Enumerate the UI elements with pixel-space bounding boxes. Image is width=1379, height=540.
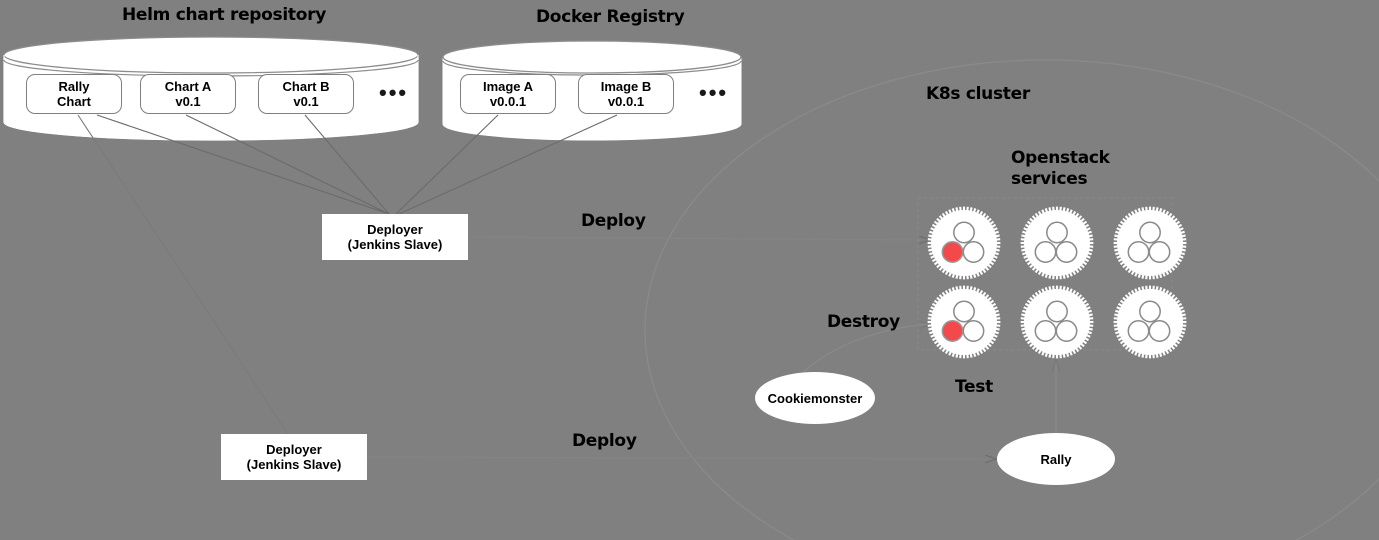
edge-label-destroy: Destroy [827, 312, 900, 332]
openstack-service-gear-icon[interactable] [1020, 285, 1094, 359]
docker-registry-more-ellipsis: ••• [699, 80, 729, 105]
deployer-title: Deployer [266, 442, 322, 457]
helm-chart-item-chart-a[interactable]: Chart A v0.1 [140, 74, 236, 114]
rally-chart-to-bottom-deployer-connector [77, 114, 289, 435]
helm-chart-item-chart-b[interactable]: Chart B v0.1 [258, 74, 354, 114]
helm-chart-more-ellipsis: ••• [379, 80, 409, 105]
chart-name: Rally [58, 79, 90, 94]
openstack-service-gear-icon[interactable] [1020, 206, 1094, 280]
deployer-subtitle: (Jenkins Slave) [347, 237, 443, 252]
image-version: v0.0.1 [489, 94, 527, 109]
deployer-node-bottom[interactable]: Deployer (Jenkins Slave) [221, 434, 367, 480]
chart-name: Chart B [282, 79, 330, 94]
openstack-service-gear-icon[interactable] [927, 285, 1001, 359]
docker-image-item-image-b[interactable]: Image B v0.0.1 [578, 74, 674, 114]
actor-label: Cookiemonster [767, 390, 863, 406]
deployer-subtitle: (Jenkins Slave) [246, 457, 342, 472]
edge-label-test: Test [955, 377, 993, 397]
openstack-service-gear-icon[interactable] [1113, 206, 1187, 280]
actor-label: Rally [1040, 451, 1072, 467]
helm-chart-repository-title: Helm chart repository [122, 5, 326, 25]
openstack-service-gear-icon[interactable] [927, 206, 1001, 280]
chart-name: Chart A [164, 79, 212, 94]
deployer-title: Deployer [367, 222, 423, 237]
docker-image-item-image-a[interactable]: Image A v0.0.1 [460, 74, 556, 114]
chart-version: v0.1 [175, 94, 201, 109]
diagram-canvas: Helm chart repository Docker Registry Ra… [0, 0, 1379, 540]
image-name: Image A [482, 79, 534, 94]
docker-registry-title: Docker Registry [536, 7, 685, 27]
edge-label-deploy-top: Deploy [581, 211, 646, 231]
chart-version: v0.1 [293, 94, 319, 109]
helm-chart-item-rally[interactable]: Rally Chart [26, 74, 122, 114]
edge-label-deploy-bottom: Deploy [572, 431, 637, 451]
openstack-services-label-line1: Openstack [1011, 148, 1110, 168]
image-version: v0.0.1 [607, 94, 645, 109]
actor-cookiemonster[interactable]: Cookiemonster [755, 372, 875, 424]
deploy-bottom-arrow [366, 457, 996, 459]
openstack-service-gear-icon[interactable] [1113, 285, 1187, 359]
deploy-top-arrow [467, 237, 930, 240]
image-name: Image B [600, 79, 652, 94]
actor-rally[interactable]: Rally [997, 433, 1115, 485]
k8s-cluster-label: K8s cluster [926, 84, 1030, 104]
openstack-services-label-line2: services [1011, 169, 1088, 189]
deployer-node-top[interactable]: Deployer (Jenkins Slave) [322, 214, 468, 260]
chart-version: Chart [57, 94, 91, 109]
